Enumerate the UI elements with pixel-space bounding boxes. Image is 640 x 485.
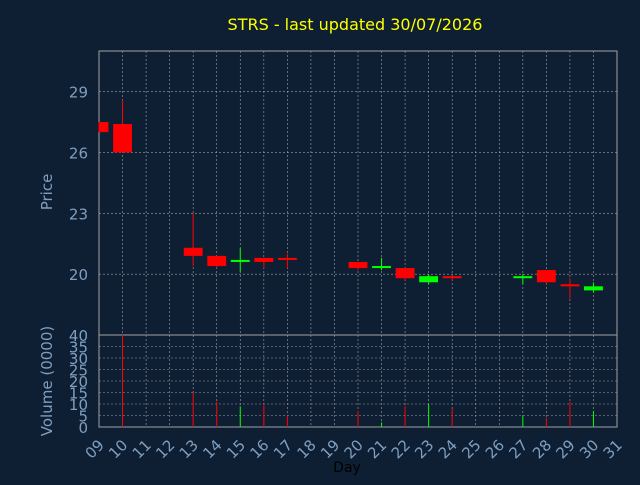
price-tick-label: 20 <box>69 266 88 284</box>
x-tick-label: 16 <box>246 436 272 462</box>
candle-body <box>254 257 274 262</box>
candle-body <box>348 261 368 269</box>
x-tick-label: 13 <box>176 436 202 462</box>
candle-body <box>277 257 297 260</box>
x-tick-label: 15 <box>223 436 249 462</box>
candle-body <box>584 286 603 291</box>
price-tick-label: 26 <box>69 144 88 162</box>
candlestick-chart: STRS - last updated 30/07/2026 Price Vol… <box>38 15 626 476</box>
chart-container: STRS - last updated 30/07/2026 Price Vol… <box>0 0 640 480</box>
x-tick-label: 23 <box>411 436 437 462</box>
x-axis-label: Day <box>333 460 361 476</box>
candle-body <box>183 247 203 256</box>
x-tick-label: 30 <box>576 436 602 462</box>
x-tick-label: 24 <box>435 436 461 462</box>
x-tick-label: 26 <box>482 436 508 462</box>
x-tick-label: 19 <box>317 436 343 462</box>
candle-body <box>419 276 439 283</box>
candle-body <box>536 270 556 283</box>
volume-axis-label: Volume (0000) <box>38 326 56 436</box>
x-tick-label: 29 <box>553 436 579 462</box>
x-tick-label: 28 <box>529 436 555 462</box>
x-tick-label: 14 <box>199 436 225 462</box>
candle-body <box>513 276 533 279</box>
x-tick-label: 22 <box>388 436 414 462</box>
x-tick-label: 21 <box>364 436 390 462</box>
volume-tick-label: 40 <box>69 327 88 345</box>
candle-body <box>207 255 227 267</box>
candle-body <box>113 124 132 153</box>
x-tick-label: 31 <box>600 436 626 462</box>
price-axis-label: Price <box>38 174 56 211</box>
x-tick-label: 12 <box>152 436 178 462</box>
x-tick-label: 18 <box>294 436 320 462</box>
chart-title: STRS - last updated 30/07/2026 <box>228 15 483 34</box>
candle-body <box>395 268 415 279</box>
candle-body <box>99 122 109 133</box>
x-tick-label: 17 <box>270 436 296 462</box>
price-tick-label: 23 <box>69 205 88 223</box>
candle-body <box>230 259 250 262</box>
x-tick-label: 25 <box>458 436 484 462</box>
x-tick-label: 11 <box>129 436 155 462</box>
candle-body <box>372 266 391 269</box>
chart-plot-layer: 2023262905101520253035400910111213141516… <box>69 50 626 462</box>
candle-body <box>442 276 462 279</box>
price-tick-label: 29 <box>69 84 88 102</box>
x-tick-label: 09 <box>82 436 108 462</box>
x-tick-label: 10 <box>105 436 131 462</box>
x-tick-label: 27 <box>505 436 531 462</box>
x-tick-label: 20 <box>341 436 367 462</box>
candle-body <box>560 284 580 287</box>
